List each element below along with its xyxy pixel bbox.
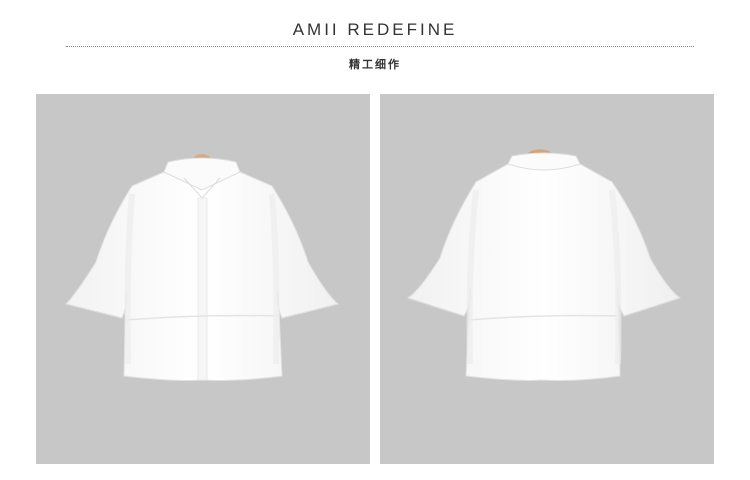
subtitle: 精工细作 bbox=[349, 58, 401, 71]
dotted-divider bbox=[66, 46, 694, 47]
shirt-back-image bbox=[380, 94, 714, 464]
shirt-front-image bbox=[36, 94, 370, 464]
brand-title: AMII REDEFINE bbox=[292, 20, 458, 39]
